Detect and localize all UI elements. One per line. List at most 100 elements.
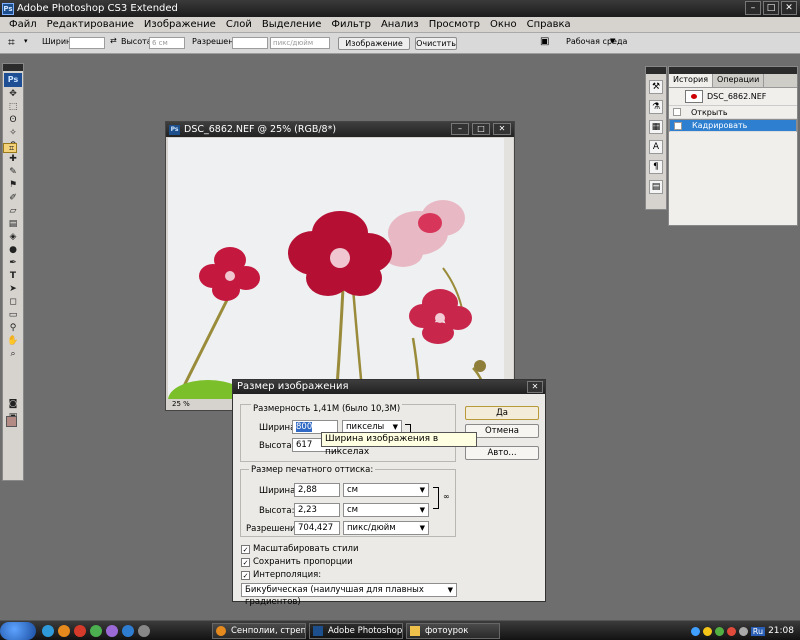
workspace-menu[interactable]: Рабочая среда: [566, 37, 627, 46]
quicklaunch-show-desktop-icon[interactable]: [138, 625, 150, 637]
zoom-level[interactable]: 25 %: [172, 400, 190, 408]
magic-wand-tool-icon[interactable]: ✧: [6, 128, 20, 138]
opt-height-input[interactable]: 6 см: [149, 37, 185, 49]
tab-actions[interactable]: Операции: [713, 74, 765, 87]
clear-button[interactable]: Очистить: [415, 37, 457, 50]
lasso-tool-icon[interactable]: ʘ: [6, 115, 20, 125]
ok-button[interactable]: Да: [465, 406, 539, 420]
gradient-tool-icon[interactable]: ▤: [6, 219, 20, 229]
foreground-color-swatch[interactable]: [6, 416, 17, 427]
dock-header[interactable]: [646, 67, 666, 74]
doc-maximize-button[interactable]: □: [472, 123, 490, 135]
history-brush-tool-icon[interactable]: ✐: [6, 193, 20, 203]
character-panel-icon[interactable]: A: [649, 140, 663, 154]
history-item-checkbox[interactable]: [674, 122, 682, 130]
history-item-open[interactable]: Открыть: [669, 106, 797, 119]
actions-panel-icon[interactable]: ⚗: [649, 100, 663, 114]
quicklaunch-browser-icon[interactable]: [42, 625, 54, 637]
menu-filter[interactable]: Фильтр: [326, 19, 376, 30]
menu-select[interactable]: Выделение: [257, 19, 327, 30]
image-canvas[interactable]: [168, 138, 505, 400]
menu-image[interactable]: Изображение: [139, 19, 221, 30]
constrain-proportions-checkbox[interactable]: ✓ Сохранить пропорции: [241, 557, 353, 567]
marquee-tool-icon[interactable]: ⬚: [6, 102, 20, 112]
photoshop-logo-icon[interactable]: Ps: [4, 73, 22, 87]
blur-tool-icon[interactable]: ◈: [6, 232, 20, 242]
quicklaunch-firefox-icon[interactable]: [58, 625, 70, 637]
menu-layer[interactable]: Слой: [221, 19, 257, 30]
menu-help[interactable]: Справка: [522, 19, 576, 30]
paragraph-panel-icon[interactable]: ¶: [649, 160, 663, 174]
resolution-input[interactable]: 704,427: [294, 521, 340, 535]
tray-antivirus-icon[interactable]: [714, 626, 724, 636]
crop-tool-icon[interactable]: ⌗: [8, 35, 15, 50]
history-panel-header[interactable]: [669, 67, 797, 74]
menu-window[interactable]: Окно: [485, 19, 522, 30]
minimize-button[interactable]: –: [745, 1, 761, 15]
notes-tool-icon[interactable]: ▭: [6, 310, 20, 320]
brush-tool-icon[interactable]: ✎: [6, 167, 20, 177]
doc-height-input[interactable]: 2,23: [294, 503, 340, 517]
auto-button[interactable]: Авто...: [465, 446, 539, 460]
quick-mask-icon[interactable]: ◙: [6, 399, 20, 409]
quicklaunch-app2-icon[interactable]: [106, 625, 118, 637]
tray-app-icon[interactable]: [702, 626, 712, 636]
type-tool-icon[interactable]: T: [6, 271, 20, 281]
dodge-tool-icon[interactable]: ●: [6, 245, 20, 255]
quicklaunch-opera-icon[interactable]: [74, 625, 86, 637]
zoom-tool-icon[interactable]: ⌕: [6, 349, 20, 359]
opt-resolution-input[interactable]: [232, 37, 268, 49]
tools-panel-header[interactable]: [3, 64, 23, 71]
front-image-button[interactable]: Изображение: [338, 37, 410, 50]
clone-stamp-tool-icon[interactable]: ⚑: [6, 180, 20, 190]
eraser-tool-icon[interactable]: ▱: [6, 206, 20, 216]
resolution-unit-select[interactable]: пикс/дюйм ▼: [343, 521, 429, 535]
eyedropper-2-tool-icon[interactable]: ⚲: [6, 323, 20, 333]
close-button[interactable]: ✕: [781, 1, 797, 15]
crop-tool-icon[interactable]: ⌗: [3, 143, 17, 154]
history-item-checkbox[interactable]: [673, 108, 681, 116]
taskbar-item-browser[interactable]: Сенполии, стрепт...: [212, 623, 306, 639]
menu-edit[interactable]: Редактирование: [42, 19, 139, 30]
pen-tool-icon[interactable]: ✒: [6, 258, 20, 268]
history-panel-icon[interactable]: ⚒: [649, 80, 663, 94]
start-button[interactable]: [0, 622, 36, 640]
menu-analysis[interactable]: Анализ: [376, 19, 424, 30]
clock[interactable]: 21:08: [768, 626, 794, 636]
doc-height-unit-select[interactable]: см ▼: [343, 503, 429, 517]
healing-brush-tool-icon[interactable]: ✚: [6, 154, 20, 164]
tool-preset-chevron-icon[interactable]: ▾: [24, 37, 28, 45]
tray-network-icon[interactable]: [690, 626, 700, 636]
layer-comps-icon[interactable]: ▤: [649, 180, 663, 194]
doc-minimize-button[interactable]: –: [451, 123, 469, 135]
language-indicator[interactable]: Ru: [750, 626, 766, 636]
document-vertical-scrollbar[interactable]: [504, 138, 513, 400]
taskbar-item-photoshop[interactable]: Adobe Photoshop ...: [309, 623, 403, 639]
workspace-chevron-down-icon[interactable]: ▼: [610, 37, 615, 45]
tray-alert-icon[interactable]: [726, 626, 736, 636]
swap-icon[interactable]: ⇄: [110, 36, 117, 45]
resample-checkbox[interactable]: ✓ Интерполяция:: [241, 570, 321, 580]
menu-view[interactable]: Просмотр: [424, 19, 485, 30]
hand-tool-icon[interactable]: ✋: [6, 336, 20, 346]
opt-resolution-unit-select[interactable]: пикс/дюйм: [270, 37, 330, 49]
tool-presets-icon[interactable]: ▦: [649, 120, 663, 134]
doc-width-input[interactable]: 2,88: [294, 483, 340, 497]
doc-close-button[interactable]: ✕: [493, 123, 511, 135]
path-selection-tool-icon[interactable]: ➤: [6, 284, 20, 294]
tray-volume-icon[interactable]: [738, 626, 748, 636]
dialog-close-button[interactable]: ✕: [527, 381, 543, 393]
quicklaunch-app3-icon[interactable]: [122, 625, 134, 637]
menu-file[interactable]: Файл: [4, 19, 42, 30]
doc-width-unit-select[interactable]: см ▼: [343, 483, 429, 497]
opt-width-input[interactable]: [69, 37, 105, 49]
scale-styles-checkbox[interactable]: ✓ Масштабировать стили: [241, 544, 359, 554]
shape-tool-icon[interactable]: ◻: [6, 297, 20, 307]
maximize-button[interactable]: □: [763, 1, 779, 15]
dialog-title[interactable]: Размер изображения: [233, 380, 545, 394]
tab-history[interactable]: История: [669, 74, 714, 87]
history-snapshot[interactable]: DSC_6862.NEF: [669, 88, 797, 106]
history-item-crop[interactable]: Кадрировать: [669, 119, 797, 132]
interpolation-select[interactable]: Бикубическая (наилучшая для плавных град…: [241, 583, 457, 607]
move-tool-icon[interactable]: ✥: [6, 89, 20, 99]
